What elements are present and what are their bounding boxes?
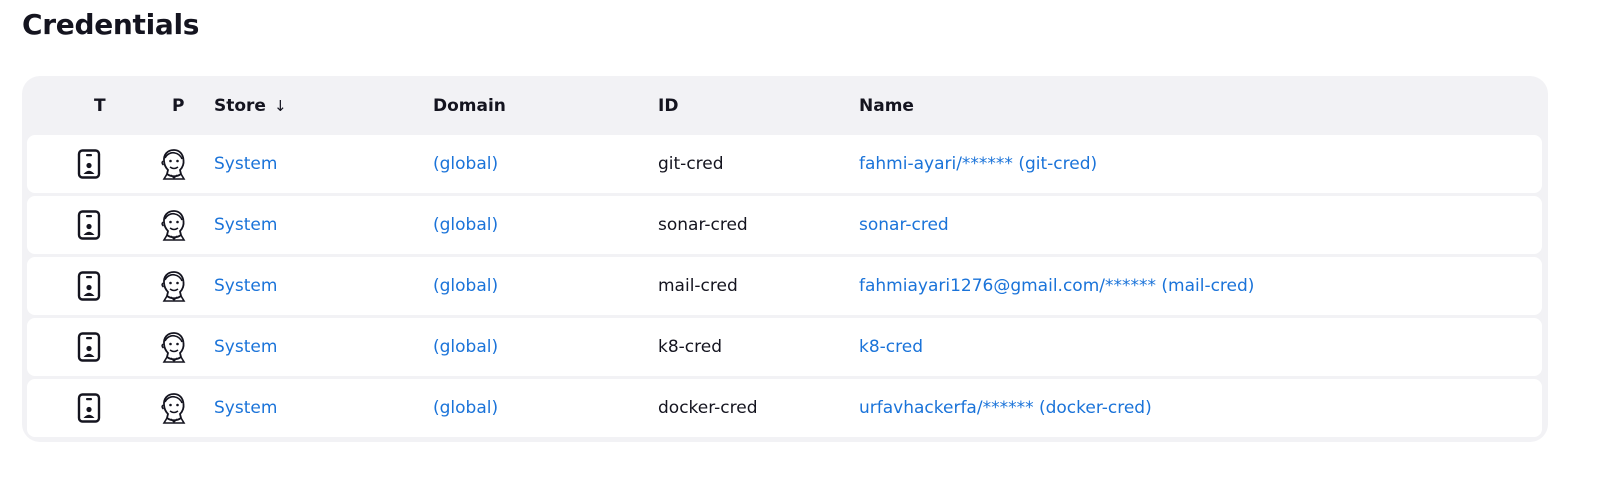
credential-card-icon — [67, 379, 111, 437]
page-title: Credentials — [22, 8, 200, 41]
column-header-provider[interactable]: P — [172, 95, 184, 117]
credential-card-icon — [67, 318, 111, 376]
credential-name-link[interactable]: k8-cred — [859, 318, 923, 376]
credential-id: k8-cred — [658, 337, 723, 357]
column-header-store[interactable]: Store ↓ — [214, 95, 287, 117]
table-row-docker-cred: System (global) docker-cred urfavhackerf… — [27, 379, 1542, 437]
table-body: System (global) git-cred fahmi-ayari/***… — [27, 135, 1542, 440]
credential-name-link[interactable]: fahmiayari1276@gmail.com/****** (mail-cr… — [859, 257, 1254, 315]
credential-card-icon — [67, 196, 111, 254]
table-header-row: T P Store ↓ Domain ID Name — [22, 76, 1548, 134]
column-header-type[interactable]: T — [94, 95, 106, 117]
table-row-git-cred: System (global) git-cred fahmi-ayari/***… — [27, 135, 1542, 193]
column-header-name[interactable]: Name — [859, 95, 914, 117]
sort-descending-icon: ↓ — [273, 97, 287, 115]
store-link[interactable]: System — [214, 379, 277, 437]
credential-name-link[interactable]: fahmi-ayari/****** (git-cred) — [859, 135, 1097, 193]
domain-link[interactable]: (global) — [433, 318, 498, 376]
jenkins-provider-icon — [152, 257, 196, 315]
jenkins-provider-icon — [152, 196, 196, 254]
credential-id: mail-cred — [658, 276, 738, 296]
credential-card-icon — [67, 135, 111, 193]
credential-id: git-cred — [658, 154, 724, 174]
jenkins-provider-icon — [152, 318, 196, 376]
credential-card-icon — [67, 257, 111, 315]
credential-name-link[interactable]: sonar-cred — [859, 196, 949, 254]
store-link[interactable]: System — [214, 257, 277, 315]
table-row-k8-cred: System (global) k8-cred k8-cred — [27, 318, 1542, 376]
column-header-store-label: Store — [214, 96, 266, 116]
domain-link[interactable]: (global) — [433, 196, 498, 254]
jenkins-provider-icon — [152, 135, 196, 193]
domain-link[interactable]: (global) — [433, 379, 498, 437]
credential-id: sonar-cred — [658, 215, 748, 235]
jenkins-provider-icon — [152, 379, 196, 437]
credential-id: docker-cred — [658, 398, 758, 418]
domain-link[interactable]: (global) — [433, 257, 498, 315]
store-link[interactable]: System — [214, 318, 277, 376]
credentials-table: T P Store ↓ Domain ID Name System (globa… — [22, 76, 1548, 442]
column-header-domain[interactable]: Domain — [433, 95, 506, 117]
column-header-id[interactable]: ID — [658, 95, 678, 117]
table-row-mail-cred: System (global) mail-cred fahmiayari1276… — [27, 257, 1542, 315]
domain-link[interactable]: (global) — [433, 135, 498, 193]
store-link[interactable]: System — [214, 196, 277, 254]
credential-name-link[interactable]: urfavhackerfa/****** (docker-cred) — [859, 379, 1152, 437]
table-row-sonar-cred: System (global) sonar-cred sonar-cred — [27, 196, 1542, 254]
store-link[interactable]: System — [214, 135, 277, 193]
